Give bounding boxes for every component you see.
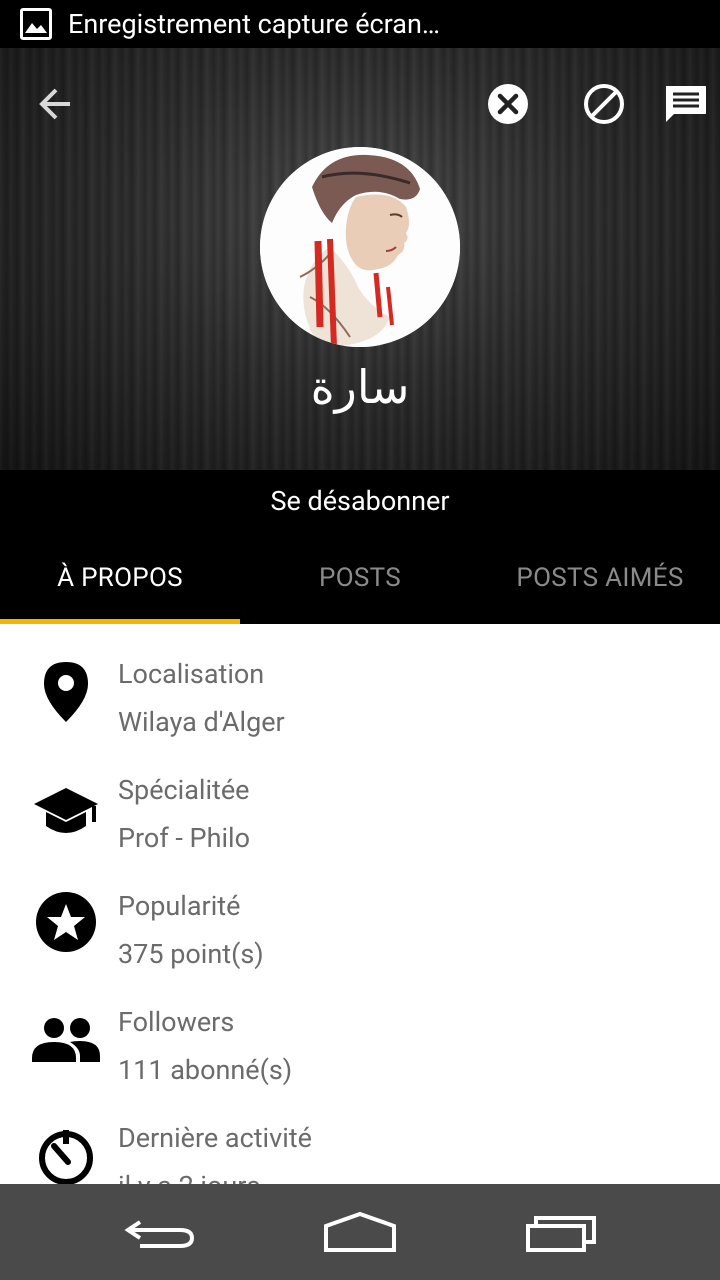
info-value: 375 point(s) xyxy=(118,938,264,970)
block-icon xyxy=(584,84,624,124)
arrow-back-icon xyxy=(39,88,70,120)
profile-header: سارة xyxy=(0,48,720,470)
about-section: Localisation Wilaya d'Alger Spécialitée … xyxy=(0,624,720,1184)
remove-button[interactable] xyxy=(484,80,532,128)
image-icon xyxy=(20,8,52,40)
system-nav-bar xyxy=(0,1184,720,1280)
info-value: il y a 2 jours xyxy=(118,1170,260,1184)
info-label: Spécialitée xyxy=(118,774,250,806)
status-bar: Enregistrement capture écran… xyxy=(0,0,720,48)
location-pin-icon xyxy=(30,658,102,730)
message-button[interactable] xyxy=(662,80,710,128)
home-nav-icon xyxy=(324,1211,396,1252)
info-popularity: Popularité 375 point(s) xyxy=(0,856,720,972)
tab-liked-posts[interactable]: POSTS AIMÉS xyxy=(480,532,720,624)
star-circle-icon xyxy=(30,890,102,962)
tab-posts[interactable]: POSTS xyxy=(240,532,480,624)
recents-nav-button[interactable] xyxy=(520,1208,600,1256)
unsubscribe-button[interactable]: Se désabonner xyxy=(0,470,720,532)
info-value: 111 abonné(s) xyxy=(118,1054,293,1086)
info-label: Popularité xyxy=(118,890,241,922)
info-value: Wilaya d'Alger xyxy=(118,706,285,738)
close-circle-icon xyxy=(488,84,528,124)
back-button[interactable] xyxy=(30,78,82,130)
info-label: Dernière activité xyxy=(118,1122,312,1154)
tab-about[interactable]: À PROPOS xyxy=(0,532,240,624)
info-label: Localisation xyxy=(118,658,265,690)
info-location: Localisation Wilaya d'Alger xyxy=(0,624,720,740)
graduation-cap-icon xyxy=(30,774,102,846)
home-nav-button[interactable] xyxy=(320,1208,400,1256)
back-nav-icon xyxy=(124,1220,195,1248)
block-button[interactable] xyxy=(580,80,628,128)
profile-avatar[interactable] xyxy=(260,147,460,347)
back-nav-button[interactable] xyxy=(120,1208,200,1256)
timer-icon xyxy=(30,1122,102,1184)
notification-text: Enregistrement capture écran… xyxy=(68,8,440,40)
profile-tabs: À PROPOS POSTS POSTS AIMÉS xyxy=(0,532,720,624)
recents-nav-icon xyxy=(526,1216,596,1252)
info-label: Followers xyxy=(118,1006,235,1038)
unsubscribe-label: Se désabonner xyxy=(270,485,450,517)
info-value: Prof - Philo xyxy=(118,822,250,854)
message-icon xyxy=(666,86,706,122)
info-specialty: Spécialitée Prof - Philo xyxy=(0,740,720,856)
profile-name: سارة xyxy=(310,360,410,414)
info-followers: Followers 111 abonné(s) xyxy=(0,972,720,1088)
info-last-activity: Dernière activité il y a 2 jours xyxy=(0,1088,720,1184)
people-icon xyxy=(30,1006,102,1078)
